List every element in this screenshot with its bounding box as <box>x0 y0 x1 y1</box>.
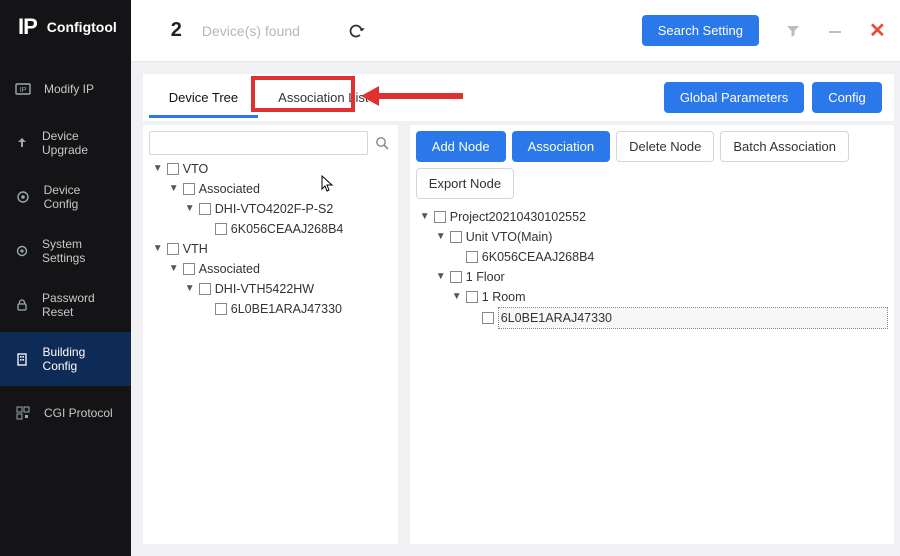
building-icon <box>14 350 31 368</box>
config-button[interactable]: Config <box>812 82 882 113</box>
lock-icon <box>14 296 30 314</box>
brand-logo: IP <box>18 14 37 40</box>
tree-vth-sn[interactable]: 6L0BE1ARAJ47330 <box>231 299 342 319</box>
left-panel: ▼VTO ▼Associated ▼DHI-VTO4202F-P-S2 6K05… <box>143 125 398 544</box>
ip-icon: IP <box>14 80 32 98</box>
device-tree[interactable]: ▼VTO ▼Associated ▼DHI-VTO4202F-P-S2 6K05… <box>143 157 398 329</box>
tree-associated-2[interactable]: Associated <box>199 259 260 279</box>
svg-text:IP: IP <box>20 87 27 94</box>
qr-icon <box>14 404 32 422</box>
tree-unit[interactable]: Unit VTO(Main) <box>466 227 553 247</box>
sidebar-item-password-reset[interactable]: Password Reset <box>0 278 131 332</box>
sidebar-item-label: Modify IP <box>44 82 94 96</box>
tree-unit-sn[interactable]: 6K056CEAAJ268B4 <box>482 247 595 267</box>
tree-room-sn[interactable]: 6L0BE1ARAJ47330 <box>498 307 888 329</box>
tree-vto-sn[interactable]: 6K056CEAAJ268B4 <box>231 219 344 239</box>
brand: IP Configtool <box>0 0 131 56</box>
sidebar-item-label: CGI Protocol <box>44 406 113 420</box>
sidebar-item-device-upgrade[interactable]: Device Upgrade <box>0 116 131 170</box>
minimize-icon[interactable] <box>827 23 843 39</box>
search-icon[interactable] <box>372 133 392 153</box>
upgrade-icon <box>14 134 30 152</box>
batch-association-button[interactable]: Batch Association <box>720 131 849 162</box>
search-setting-button[interactable]: Search Setting <box>642 15 759 46</box>
delete-node-button[interactable]: Delete Node <box>616 131 714 162</box>
tab-row: Device Tree Association List Global Para… <box>143 74 894 121</box>
tree-room[interactable]: 1 Room <box>482 287 526 307</box>
main: 2 Device(s) found Search Setting ✕ Devic… <box>131 0 900 556</box>
tab-device-tree[interactable]: Device Tree <box>149 78 258 118</box>
tree-vto-model[interactable]: DHI-VTO4202F-P-S2 <box>215 199 334 219</box>
sidebar-item-modify-ip[interactable]: IP Modify IP <box>0 62 131 116</box>
tree-vth-model[interactable]: DHI-VTH5422HW <box>215 279 314 299</box>
sidebar-item-system-settings[interactable]: System Settings <box>0 224 131 278</box>
export-node-button[interactable]: Export Node <box>416 168 514 199</box>
sidebar-item-label: Device Config <box>44 183 117 211</box>
sidebar: IP Configtool IP Modify IP Device Upgrad… <box>0 0 131 556</box>
sidebar-item-building-config[interactable]: Building Config <box>0 332 131 386</box>
sidebar-item-label: Password Reset <box>42 291 117 319</box>
add-node-button[interactable]: Add Node <box>416 131 506 162</box>
nav: IP Modify IP Device Upgrade Device Confi… <box>0 62 131 440</box>
tab-association-list[interactable]: Association List <box>258 78 388 118</box>
association-tree[interactable]: ▼Project20210430102552 ▼Unit VTO(Main) 6… <box>410 205 894 339</box>
gear-icon <box>14 242 30 260</box>
filter-icon[interactable] <box>785 23 801 39</box>
sidebar-item-cgi-protocol[interactable]: CGI Protocol <box>0 386 131 440</box>
sidebar-item-device-config[interactable]: Device Config <box>0 170 131 224</box>
sidebar-item-label: Device Upgrade <box>42 129 117 157</box>
refresh-icon[interactable] <box>342 17 370 45</box>
device-count-label: Device(s) found <box>202 23 300 39</box>
tree-project[interactable]: Project20210430102552 <box>450 207 586 227</box>
target-icon <box>14 188 32 206</box>
close-icon[interactable]: ✕ <box>869 18 886 43</box>
search-input[interactable] <box>149 131 368 155</box>
device-count: 2 <box>171 19 182 42</box>
sidebar-item-label: Building Config <box>43 345 117 373</box>
association-button[interactable]: Association <box>512 131 610 162</box>
tree-vto[interactable]: VTO <box>183 159 208 179</box>
sidebar-item-label: System Settings <box>42 237 117 265</box>
tree-associated[interactable]: Associated <box>199 179 260 199</box>
right-panel: Add Node Association Delete Node Batch A… <box>410 125 894 544</box>
tree-floor[interactable]: 1 Floor <box>466 267 505 287</box>
brand-title: Configtool <box>47 19 117 35</box>
tree-vth[interactable]: VTH <box>183 239 208 259</box>
content: Device Tree Association List Global Para… <box>131 62 900 556</box>
topbar: 2 Device(s) found Search Setting ✕ <box>131 0 900 62</box>
global-parameters-button[interactable]: Global Parameters <box>664 82 804 113</box>
